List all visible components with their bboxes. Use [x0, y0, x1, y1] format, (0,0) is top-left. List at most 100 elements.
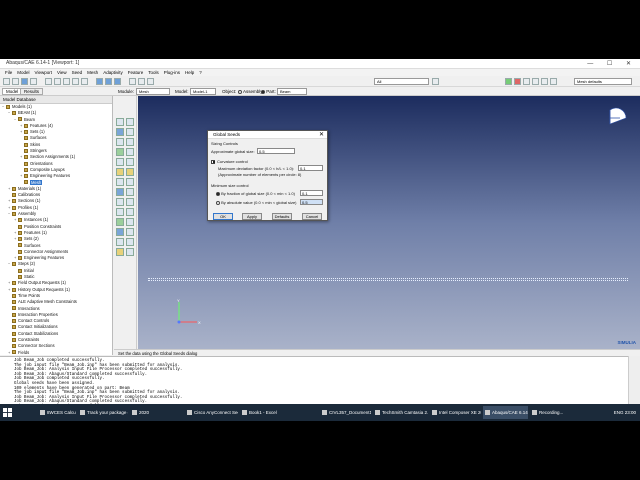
- partition-icon[interactable]: [116, 168, 124, 176]
- selection-filter-field[interactable]: All: [374, 78, 429, 85]
- max-dev-input[interactable]: 0.1: [298, 165, 323, 171]
- pan-icon[interactable]: [45, 78, 52, 85]
- hide-icon[interactable]: [514, 78, 521, 85]
- mesh-part-icon[interactable]: [116, 148, 124, 156]
- tab-results[interactable]: Results: [20, 88, 44, 95]
- defaults-button[interactable]: Defaults: [272, 213, 292, 220]
- auto-fit-icon[interactable]: [81, 78, 88, 85]
- part-radio[interactable]: Part:: [261, 88, 276, 95]
- part-select[interactable]: Beam: [277, 88, 307, 95]
- datum-axis-icon[interactable]: [126, 198, 134, 206]
- replace-icon[interactable]: [126, 228, 134, 236]
- open-icon[interactable]: [12, 78, 19, 85]
- apply-button[interactable]: Apply: [242, 213, 262, 220]
- windows-start-icon[interactable]: [3, 408, 12, 417]
- filter-icon[interactable]: [432, 78, 439, 85]
- datum-csys-icon[interactable]: [126, 208, 134, 216]
- datum-point-icon[interactable]: [116, 198, 124, 206]
- tree-item[interactable]: + Fields: [0, 350, 112, 355]
- menu-item[interactable]: Adaptivity: [103, 69, 123, 76]
- new-file-icon[interactable]: [3, 78, 10, 85]
- taskbar-item[interactable]: Abaqus/CAE 6.14-1 [V...: [483, 406, 528, 419]
- window-controls[interactable]: — ☐ ✕: [587, 60, 637, 67]
- taskbar-item[interactable]: 8WCES Calculation of...: [38, 406, 76, 419]
- show-icon[interactable]: [505, 78, 512, 85]
- side-view-icon[interactable]: [114, 78, 121, 85]
- save-icon[interactable]: [21, 78, 28, 85]
- color-icon[interactable]: [523, 78, 530, 85]
- taskbar-item[interactable]: TechSmith Camtasia 2...: [373, 406, 428, 419]
- taskbar-item[interactable]: Recording...: [530, 406, 565, 419]
- delete-seeds-icon[interactable]: [126, 118, 134, 126]
- rotate-icon[interactable]: [54, 78, 61, 85]
- remove-icon[interactable]: [116, 238, 124, 246]
- taskbar-item[interactable]: Track your package or...: [78, 406, 128, 419]
- menu-item[interactable]: Feature: [128, 69, 144, 76]
- module-select[interactable]: Mesh: [136, 88, 170, 95]
- approx-size-input[interactable]: 0.5: [257, 148, 295, 154]
- element-type-icon[interactable]: [126, 138, 134, 146]
- edit-mesh-icon[interactable]: [126, 178, 134, 186]
- menu-item[interactable]: Mesh: [87, 69, 98, 76]
- verify-mesh-icon[interactable]: [126, 158, 134, 166]
- by-absolute-radio[interactable]: By absolute value (0.0 < min < global si…: [216, 200, 301, 205]
- cancel-button[interactable]: Cancel: [302, 213, 322, 220]
- view-cube-icon[interactable]: [606, 104, 630, 128]
- partition-face-icon[interactable]: [126, 168, 134, 176]
- mesh-icon[interactable]: [550, 78, 557, 85]
- measure-icon[interactable]: [126, 248, 134, 256]
- menu-item[interactable]: Viewport: [35, 69, 52, 76]
- orphan-mesh-icon[interactable]: [116, 188, 124, 196]
- tools-icon[interactable]: [541, 78, 548, 85]
- mesh-defaults-select[interactable]: Mesh defaults: [574, 78, 632, 85]
- menu-item[interactable]: Tools: [148, 69, 159, 76]
- menu-item[interactable]: View: [57, 69, 67, 76]
- ok-button[interactable]: OK: [213, 213, 233, 220]
- system-tray[interactable]: ENG 23:00: [614, 406, 636, 419]
- menu-item[interactable]: File: [5, 69, 12, 76]
- query-icon[interactable]: [126, 188, 134, 196]
- taskbar-item[interactable]: Cisco AnyConnect Sec...: [185, 406, 238, 419]
- taskbar-item[interactable]: 2020: [130, 406, 182, 419]
- taskbar-item[interactable]: Book1 - Excel: [240, 406, 292, 419]
- curvature-control-checkbox[interactable]: Curvature control: [211, 159, 326, 164]
- model-select[interactable]: Model-1: [190, 88, 216, 95]
- tree-item-label: Beam: [24, 116, 35, 122]
- iso-view-icon[interactable]: [96, 78, 103, 85]
- seed-edges-icon[interactable]: [116, 128, 124, 136]
- print-icon[interactable]: [30, 78, 37, 85]
- beam-seeded-edge[interactable]: [148, 278, 628, 281]
- surface-manager-icon[interactable]: [126, 218, 134, 226]
- taskbar-item[interactable]: Intel Composer XE 201...: [430, 406, 481, 419]
- color-code-icon[interactable]: [532, 78, 539, 85]
- datum-plane-icon[interactable]: [116, 208, 124, 216]
- menu-item[interactable]: ?: [199, 69, 202, 76]
- delete-edge-seeds-icon[interactable]: [126, 128, 134, 136]
- front-view-icon[interactable]: [105, 78, 112, 85]
- set-manager-icon[interactable]: [116, 218, 124, 226]
- render-shaded-icon[interactable]: [147, 78, 154, 85]
- assembly-radio[interactable]: Assembly: [238, 88, 263, 95]
- render-hidden-icon[interactable]: [138, 78, 145, 85]
- mesh-controls-icon[interactable]: [116, 138, 124, 146]
- seed-part-icon[interactable]: [116, 118, 124, 126]
- menu-item[interactable]: Help: [185, 69, 194, 76]
- close-icon[interactable]: ✕: [319, 131, 324, 139]
- by-absolute-input[interactable]: 0.5: [300, 199, 323, 205]
- by-fraction-radio[interactable]: By fraction of global size (0.0 < min < …: [216, 191, 301, 196]
- render-wireframe-icon[interactable]: [129, 78, 136, 85]
- by-fraction-input[interactable]: 0.1: [300, 190, 323, 196]
- menu-item[interactable]: Seed: [72, 69, 83, 76]
- menu-item[interactable]: Plug-ins: [164, 69, 180, 76]
- virtual-topology-icon[interactable]: [116, 178, 124, 186]
- zoom-icon[interactable]: [63, 78, 70, 85]
- tool-icon[interactable]: [116, 248, 124, 256]
- tree-node-icon: [12, 287, 16, 292]
- taskbar-item[interactable]: CIVL357_Document10...: [320, 406, 371, 419]
- zoom-box-icon[interactable]: [72, 78, 79, 85]
- menu-item[interactable]: Model: [17, 69, 29, 76]
- mesh-region-icon[interactable]: [116, 158, 124, 166]
- display-group-icon[interactable]: [116, 228, 124, 236]
- delete-mesh-icon[interactable]: [126, 148, 134, 156]
- add-icon[interactable]: [126, 238, 134, 246]
